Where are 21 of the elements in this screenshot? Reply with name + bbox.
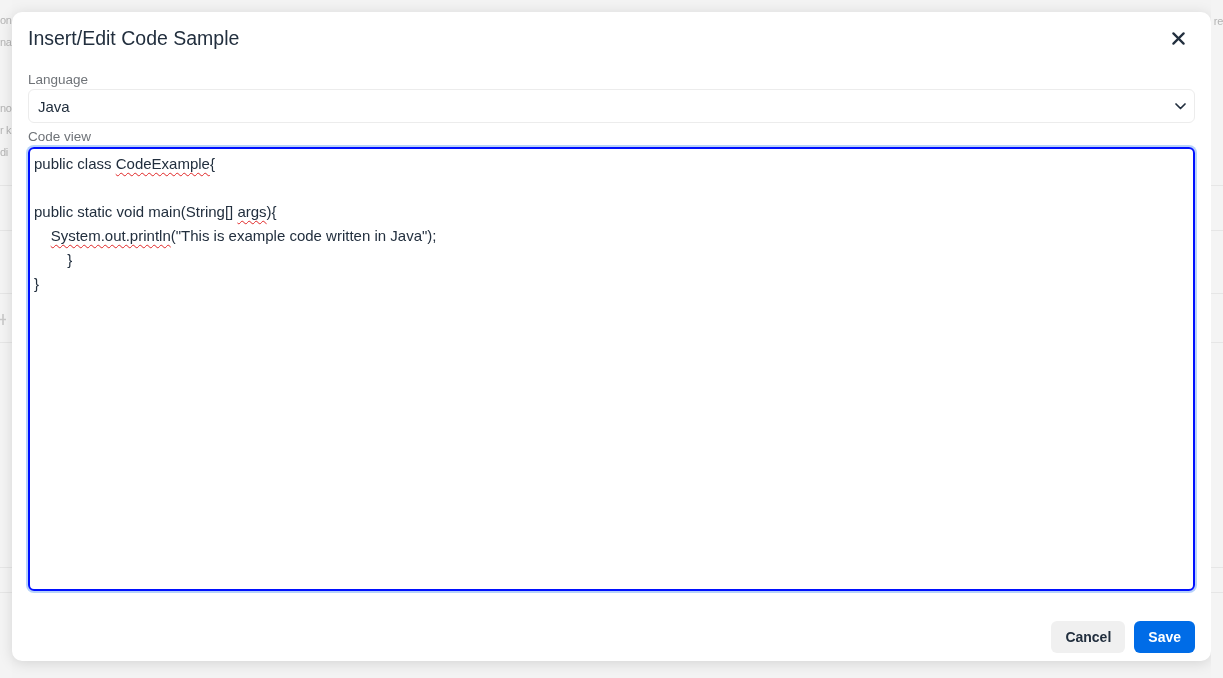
dialog-title: Insert/Edit Code Sample (28, 26, 240, 50)
background-text: re (1213, 14, 1223, 29)
field-label: Code view (28, 128, 92, 145)
code-line: } (34, 274, 39, 294)
code-line: } (67, 250, 73, 270)
background-text: on (0, 13, 12, 28)
close-icon (1172, 31, 1185, 45)
code-line: public class CodeExample{ (34, 154, 215, 174)
save-button[interactable]: Save (1134, 621, 1195, 653)
code-textarea[interactable]: public class CodeExample{ public static void main(String[] args){ System.out.println("This is example code written in Java"); } } (28, 147, 1195, 591)
cancel-button[interactable]: Cancel (1051, 621, 1126, 653)
code-line: public static void main(String[] args){ (34, 202, 277, 222)
background-text: no (0, 101, 12, 116)
plus-icon (0, 314, 6, 325)
field-label: Language (28, 71, 89, 88)
chevron-icon (1175, 102, 1186, 110)
background-text: r k (0, 123, 12, 138)
language-select[interactable]: Java (28, 89, 1195, 123)
background-text: di (0, 145, 8, 160)
background-text: na (0, 35, 12, 50)
code-line: System.out.println("This is example code written in Java"); (50, 226, 437, 246)
